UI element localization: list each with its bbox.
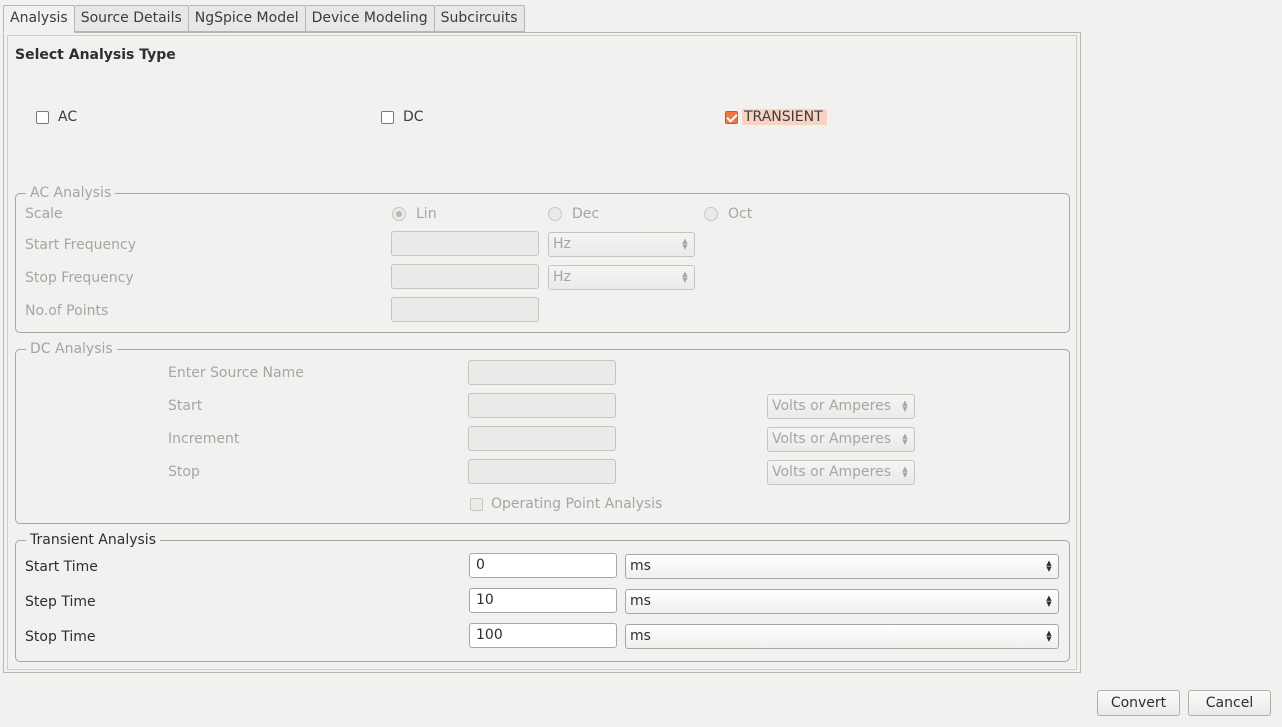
scale-oct-label: Oct [728,206,753,222]
start-time-input[interactable]: 0 [469,553,617,578]
scale-dec-label: Dec [572,206,600,222]
transient-checkbox[interactable] [725,110,738,124]
dc-increment-input[interactable] [468,426,616,451]
start-time-label: Start Time [25,559,98,575]
stop-frequency-label: Stop Frequency [25,270,134,286]
operating-point-row[interactable]: Operating Point Analysis [470,496,662,512]
step-time-input[interactable]: 10 [469,588,617,613]
step-time-unit-value: ms [630,593,651,609]
source-name-input[interactable] [468,360,616,385]
dc-checkbox-row[interactable]: DC [381,109,424,125]
tab-source-details[interactable]: Source Details [74,5,189,32]
stop-time-input[interactable]: 100 [469,623,617,648]
start-frequency-unit-value: Hz [553,236,571,252]
dc-stop-input[interactable] [468,459,616,484]
transient-checkbox-label: TRANSIENT [742,109,827,125]
tab-bar: Analysis Source Details NgSpice Model De… [3,5,525,33]
operating-point-checkbox[interactable] [470,497,483,511]
ac-checkbox-row[interactable]: AC [36,109,77,125]
tab-device-modeling[interactable]: Device Modeling [305,5,435,32]
spin-arrows-icon: ▲ ▼ [902,432,908,446]
transient-checkbox-row[interactable]: TRANSIENT [725,109,827,125]
dc-stop-unit-select[interactable]: Volts or Amperes ▲ ▼ [767,460,915,485]
scale-dec-radio[interactable] [548,207,562,221]
transient-analysis-title: Transient Analysis [26,531,160,549]
dc-analysis-group: DC Analysis Enter Source Name Start Volt… [15,340,1070,524]
dc-start-unit-select[interactable]: Volts or Amperes ▲ ▼ [767,394,915,419]
dc-increment-unit-select[interactable]: Volts or Amperes ▲ ▼ [767,427,915,452]
convert-button[interactable]: Convert [1097,690,1180,716]
spin-arrows-icon: ▲ ▼ [1046,594,1052,608]
points-input[interactable] [391,297,539,322]
transient-analysis-group: Transient Analysis Start Time 0 ms ▲ ▼ St… [15,531,1070,662]
dc-start-label: Start [168,398,203,414]
dc-checkbox-label: DC [403,109,424,125]
stop-time-label: Stop Time [25,629,96,645]
points-label: No.of Points [25,303,109,319]
stop-frequency-unit-value: Hz [553,269,571,285]
spin-arrows-icon: ▲ ▼ [902,465,908,479]
scale-lin-label: Lin [416,206,437,222]
dc-increment-label: Increment [168,431,240,447]
scale-oct-radio[interactable] [704,207,718,221]
start-frequency-input[interactable] [391,231,539,256]
spin-arrows-icon: ▲ ▼ [682,237,688,251]
ac-analysis-group: AC Analysis Scale Lin Dec Oct Start Freq… [15,184,1070,333]
spin-arrows-icon: ▲ ▼ [1046,559,1052,573]
operating-point-label: Operating Point Analysis [491,496,663,512]
dc-analysis-title: DC Analysis [26,340,117,358]
dc-start-unit-value: Volts or Amperes [772,398,892,414]
analysis-type-heading: Select Analysis Type [15,47,176,63]
stop-frequency-input[interactable] [391,264,539,289]
stop-frequency-unit-select[interactable]: Hz ▲ ▼ [548,265,695,290]
dc-start-input[interactable] [468,393,616,418]
dc-increment-unit-value: Volts or Amperes [772,431,892,447]
start-frequency-unit-select[interactable]: Hz ▲ ▼ [548,232,695,257]
spin-arrows-icon: ▲ ▼ [682,270,688,284]
step-time-unit-select[interactable]: ms ▲ ▼ [625,589,1059,614]
ac-analysis-title: AC Analysis [26,184,116,202]
stop-time-unit-value: ms [630,628,651,644]
start-time-unit-select[interactable]: ms ▲ ▼ [625,554,1059,579]
tab-analysis[interactable]: Analysis [3,5,75,33]
stop-time-unit-select[interactable]: ms ▲ ▼ [625,624,1059,649]
start-frequency-label: Start Frequency [25,237,136,253]
step-time-label: Step Time [25,594,96,610]
tab-ngspice-model[interactable]: NgSpice Model [188,5,306,32]
tab-subcircuits[interactable]: Subcircuits [434,5,525,32]
scale-lin-radio[interactable] [392,207,406,221]
analysis-panel: Select Analysis Type AC DC TRANSIENT AC … [3,32,1081,673]
source-name-label: Enter Source Name [168,365,304,381]
spin-arrows-icon: ▲ ▼ [902,399,908,413]
spin-arrows-icon: ▲ ▼ [1046,629,1052,643]
dc-stop-label: Stop [168,464,200,480]
ac-checkbox-label: AC [58,109,78,125]
dc-stop-unit-value: Volts or Amperes [772,464,892,480]
start-time-unit-value: ms [630,558,651,574]
ac-checkbox[interactable] [36,110,49,124]
dc-checkbox[interactable] [381,110,394,124]
scale-label: Scale [25,206,63,222]
cancel-button[interactable]: Cancel [1188,690,1271,716]
